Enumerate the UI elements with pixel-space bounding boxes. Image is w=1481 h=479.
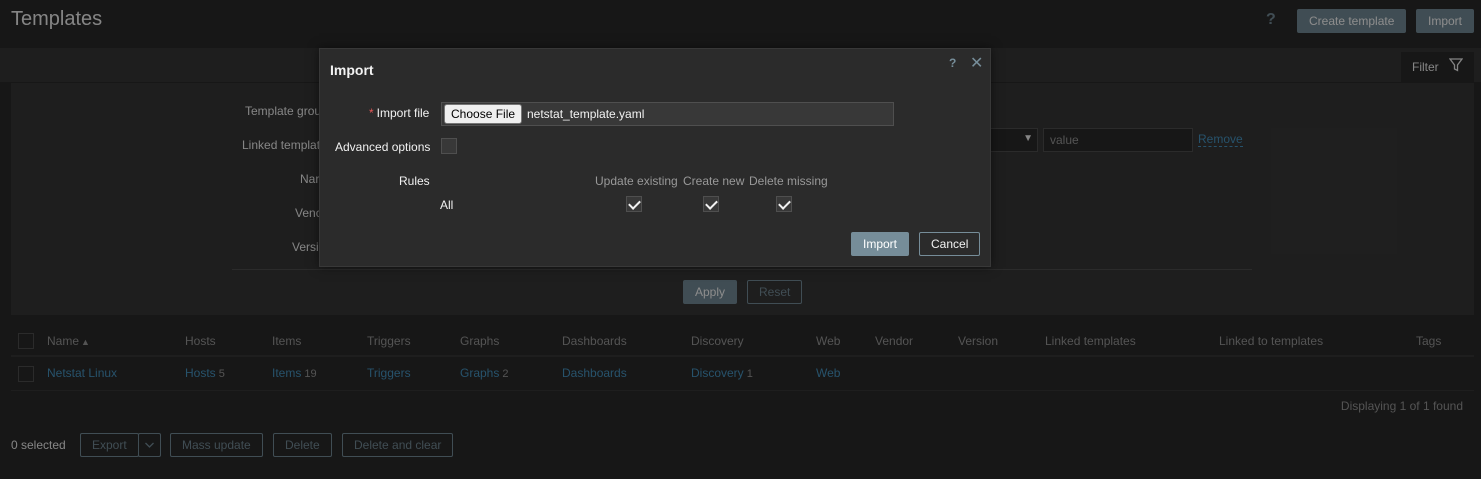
delete-missing-header: Delete missing	[749, 174, 828, 188]
rules-label: Rules	[399, 174, 430, 188]
dialog-title: Import	[330, 62, 374, 78]
import-dialog: Import ? ✕ * Import file Choose File nets…	[319, 48, 991, 267]
delete-missing-checkbox[interactable]	[776, 196, 792, 212]
update-existing-header: Update existing	[595, 174, 678, 188]
create-new-checkbox[interactable]	[703, 196, 719, 212]
create-new-header: Create new	[683, 174, 745, 188]
import-file-field: Choose File netstat_template.yaml	[441, 102, 894, 126]
import-file-label: * Import file	[369, 106, 429, 120]
selected-file-name: netstat_template.yaml	[527, 107, 645, 121]
dialog-import-button[interactable]: Import	[851, 232, 910, 256]
rule-all-label: All	[440, 198, 454, 212]
import-file-label-text: Import file	[376, 106, 430, 120]
advanced-options-label: Advanced options	[335, 140, 431, 154]
advanced-options-checkbox[interactable]	[441, 138, 457, 154]
close-icon[interactable]: ✕	[970, 53, 983, 73]
choose-file-button[interactable]: Choose File	[444, 104, 523, 124]
dialog-help-icon[interactable]: ?	[949, 56, 956, 70]
dialog-cancel-button[interactable]: Cancel	[919, 232, 981, 256]
update-existing-checkbox[interactable]	[626, 196, 642, 212]
required-marker: *	[369, 106, 374, 120]
